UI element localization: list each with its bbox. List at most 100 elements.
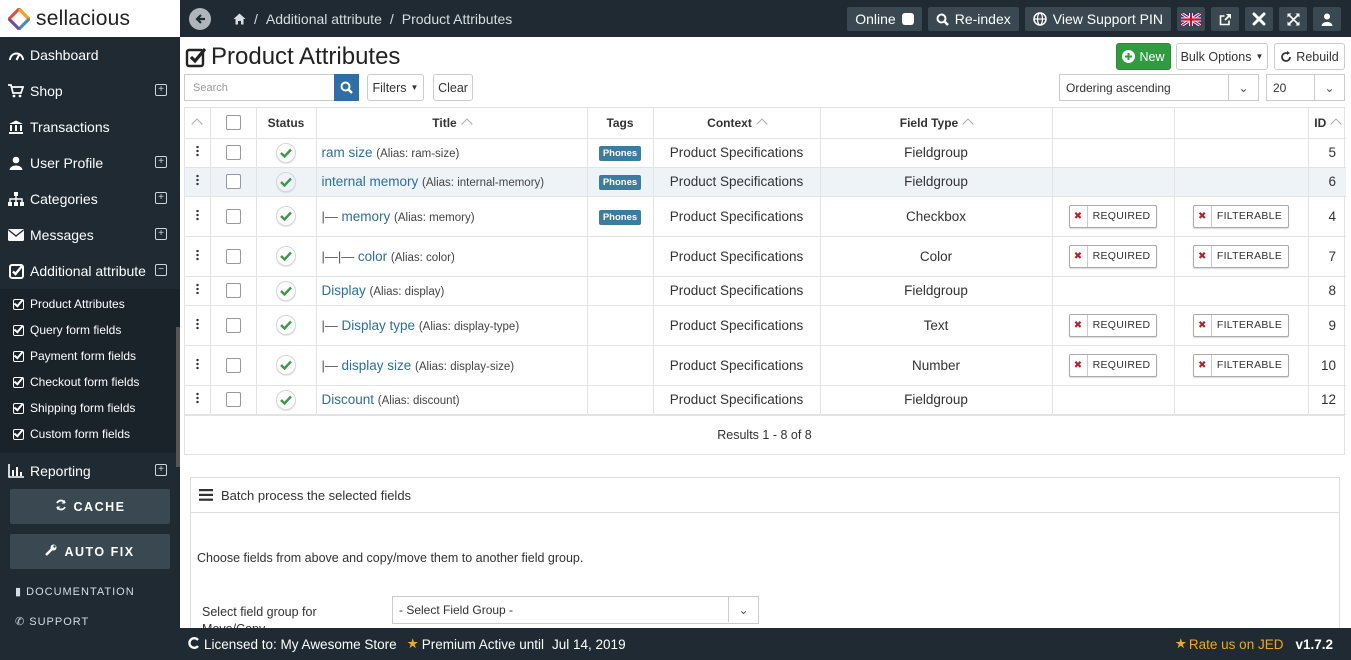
title-header[interactable]: Title [316,108,588,139]
row-checkbox[interactable] [225,174,241,190]
expand-icon[interactable]: + [155,156,167,168]
ordering-select[interactable]: Ordering ascending ⌄ [1059,74,1259,101]
attribute-title-link[interactable]: Display type [342,318,416,333]
expand-icon[interactable]: + [155,192,167,204]
sidebar-subitem-payment-form-fields[interactable]: Payment form fields [0,343,180,369]
documentation-link[interactable]: ▮ DOCUMENTATION [15,585,135,598]
rebuild-button[interactable]: Rebuild [1274,43,1345,70]
row-checkbox[interactable] [225,392,241,408]
cache-button[interactable]: CACHE [10,489,170,524]
sidebar-item-messages[interactable]: Messages + [0,217,180,253]
drag-cell[interactable] [185,385,211,415]
home-icon[interactable] [233,13,246,25]
select-all-checkbox[interactable] [225,115,241,131]
sidebar-item-transactions[interactable]: Transactions [0,109,180,145]
id-header[interactable]: ID [1308,108,1346,139]
clear-button[interactable]: Clear [433,74,473,101]
new-button[interactable]: New [1116,43,1171,70]
drag-cell[interactable] [185,276,211,306]
drag-cell[interactable] [185,167,211,197]
drag-cell[interactable] [185,345,211,386]
search-input[interactable]: Search [184,74,334,101]
row-checkbox[interactable] [225,357,241,373]
search-button[interactable] [334,74,359,101]
rate-us-link[interactable]: Rate us on JED [1189,637,1284,652]
support-link[interactable]: ✆ SUPPORT [15,615,89,628]
view-support-pin-button[interactable]: View Support PIN [1024,7,1171,31]
auto-fix-button[interactable]: AUTO FIX [10,534,170,569]
expand-icon[interactable]: + [155,84,167,96]
attribute-title-link[interactable]: Display [322,283,366,298]
drag-cell[interactable] [185,305,211,346]
sidebar-item-shop[interactable]: Shop + [0,73,180,109]
filterable-toggle[interactable]: ✖ FILTERABLE [1192,204,1290,228]
brand-logo[interactable]: sellacious [0,0,180,37]
limit-select[interactable]: 20 ⌄ [1266,74,1345,101]
attribute-title-link[interactable]: display size [342,358,412,373]
status-header[interactable]: Status [256,108,317,139]
online-toggle[interactable]: Online [847,7,922,31]
expand-icon[interactable]: + [155,228,167,240]
ordering-header[interactable] [185,108,211,139]
row-checkbox[interactable] [225,317,241,333]
published-toggle[interactable] [276,142,296,163]
drag-handle-icon[interactable] [195,317,199,330]
bulk-options-button[interactable]: Bulk Options ▼ [1176,43,1268,70]
published-toggle[interactable] [276,280,296,301]
attribute-title-link[interactable]: memory [342,209,391,224]
sidebar-item-user-profile[interactable]: User Profile + [0,145,180,181]
required-toggle[interactable]: ✖ REQUIRED [1068,313,1158,337]
language-button[interactable] [1177,7,1205,31]
sidebar-subitem-custom-form-fields[interactable]: Custom form fields [0,421,180,447]
row-checkbox[interactable] [225,208,241,224]
row-checkbox[interactable] [225,283,241,299]
sidebar-item-dashboard[interactable]: Dashboard [0,37,180,73]
sidebar-subitem-product-attributes[interactable]: Product Attributes [0,291,180,317]
filterable-toggle[interactable]: ✖ FILTERABLE [1192,353,1290,377]
filterable-toggle[interactable]: ✖ FILTERABLE [1192,244,1290,268]
required-toggle[interactable]: ✖ REQUIRED [1068,353,1158,377]
drag-handle-icon[interactable] [195,174,199,186]
attribute-title-link[interactable]: Discount [322,392,375,407]
published-toggle[interactable] [276,315,296,335]
collapse-icon[interactable]: − [155,264,167,276]
drag-cell[interactable] [185,236,211,277]
row-checkbox[interactable] [225,248,241,264]
drag-handle-icon[interactable] [195,357,199,370]
sidebar-item-reporting[interactable]: Reporting + [0,453,180,482]
published-toggle[interactable] [276,355,296,375]
published-toggle[interactable] [276,246,296,266]
drag-handle-icon[interactable] [195,208,199,221]
fullscreen-button[interactable] [1279,7,1307,31]
filters-button[interactable]: Filters ▼ [367,74,424,101]
drag-cell[interactable] [185,196,211,237]
sidebar-item-additional-attribute[interactable]: Additional attribute − [0,253,180,289]
external-link-button[interactable] [1211,7,1239,31]
attribute-title-link[interactable]: ram size [322,145,373,160]
sidebar-subitem-shipping-form-fields[interactable]: Shipping form fields [0,395,180,421]
required-toggle[interactable]: ✖ REQUIRED [1068,244,1158,268]
sidebar-subitem-query-form-fields[interactable]: Query form fields [0,317,180,343]
field-type-header[interactable]: Field Type [820,108,1053,139]
published-toggle[interactable] [276,171,296,192]
filterable-toggle[interactable]: ✖ FILTERABLE [1192,313,1290,337]
published-toggle[interactable] [276,389,296,410]
user-menu-button[interactable] [1313,7,1341,31]
drag-handle-icon[interactable] [195,392,199,404]
attribute-title-link[interactable]: color [358,249,387,264]
context-header[interactable]: Context [653,108,821,139]
field-group-select[interactable]: - Select Field Group - ⌄ [392,596,759,624]
drag-cell[interactable] [185,138,211,168]
drag-handle-icon[interactable] [195,145,199,157]
published-toggle[interactable] [276,206,296,226]
attribute-title-link[interactable]: internal memory [322,174,419,189]
drag-handle-icon[interactable] [195,248,199,261]
expand-icon[interactable]: + [155,464,167,476]
joomla-button[interactable] [1245,7,1273,31]
required-toggle[interactable]: ✖ REQUIRED [1068,204,1158,228]
sidebar-subitem-checkout-form-fields[interactable]: Checkout form fields [0,369,180,395]
reindex-button[interactable]: Re-index [927,7,1019,31]
sidebar-item-categories[interactable]: Categories + [0,181,180,217]
breadcrumb-item[interactable]: Additional attribute [266,11,382,27]
back-button[interactable] [189,7,211,30]
